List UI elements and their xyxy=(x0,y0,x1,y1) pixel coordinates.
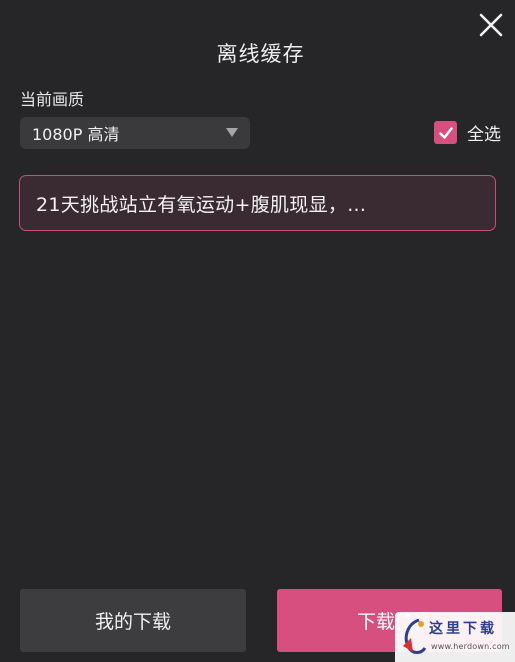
my-downloads-button[interactable]: 我的下载 xyxy=(20,589,246,652)
quality-selected-value: 1080P 高清 xyxy=(32,125,120,144)
watermark: 这里下载 www.herdown.com xyxy=(395,612,515,662)
watermark-logo-icon xyxy=(403,618,427,654)
watermark-url: www.herdown.com xyxy=(431,642,510,651)
close-icon xyxy=(479,13,503,37)
select-all-toggle[interactable]: 全选 xyxy=(434,120,501,145)
select-all-label: 全选 xyxy=(467,125,501,145)
video-title: 21天挑战站立有氧运动+腹肌现显，... xyxy=(36,193,367,216)
checkmark-icon xyxy=(438,126,453,139)
dropdown-arrow-icon xyxy=(226,128,238,137)
select-all-checkbox[interactable] xyxy=(434,121,457,144)
quality-select[interactable]: 1080P 高清 xyxy=(20,117,250,149)
dialog-title: 离线缓存 xyxy=(216,42,305,66)
quality-label: 当前画质 xyxy=(20,90,85,109)
close-button[interactable] xyxy=(478,12,504,38)
video-list-item[interactable]: 21天挑战站立有氧运动+腹肌现显，... xyxy=(19,175,496,231)
watermark-brand: 这里下载 xyxy=(429,621,497,637)
